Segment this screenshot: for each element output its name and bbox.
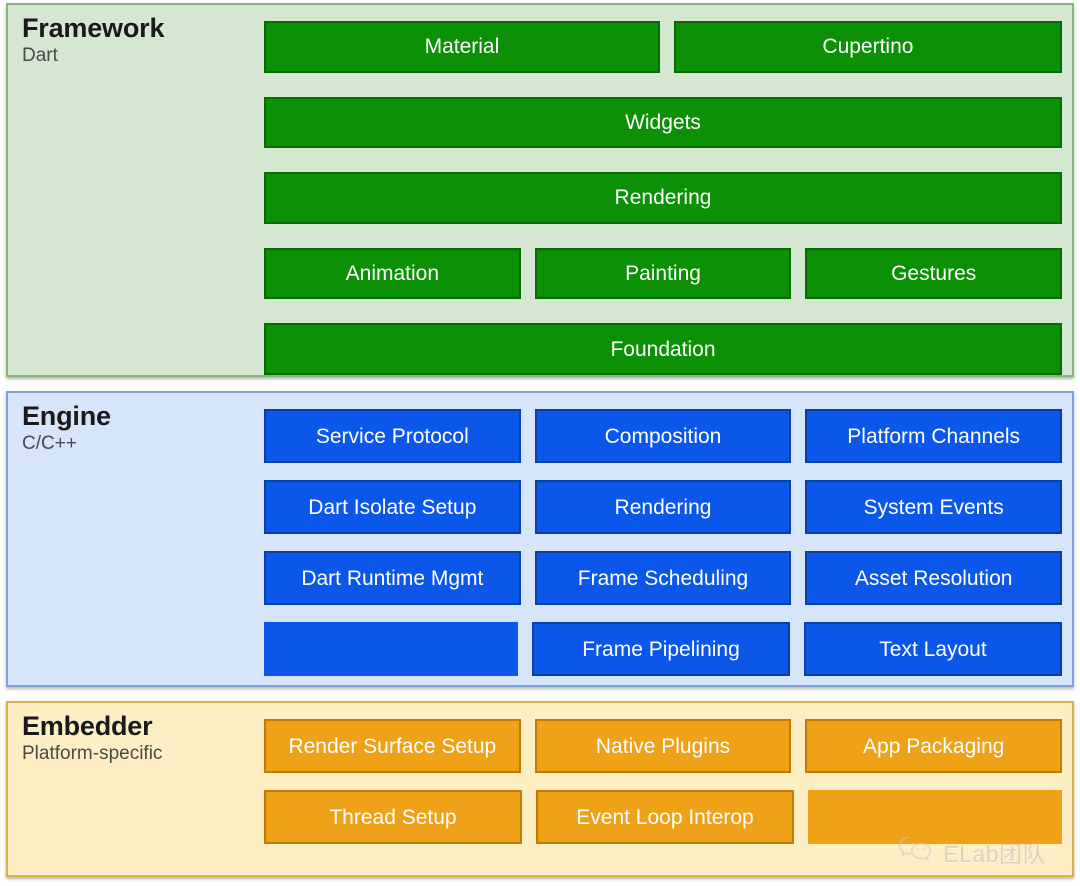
framework-box-animation[interactable]: Animation bbox=[264, 248, 521, 300]
engine-box-service-protocol[interactable]: Service Protocol bbox=[264, 409, 521, 463]
framework-row-4: Animation Painting Gestures bbox=[264, 248, 1062, 300]
engine-box-system-events[interactable]: System Events bbox=[805, 480, 1062, 534]
layer-subtitle-framework: Dart bbox=[22, 44, 256, 68]
layer-title-engine: Engine bbox=[22, 401, 256, 431]
engine-box-frame-pipelining[interactable]: Frame Pipelining bbox=[532, 622, 790, 676]
layer-subtitle-engine: C/C++ bbox=[22, 432, 256, 456]
embedder-row-2: Thread Setup Event Loop Interop bbox=[264, 790, 1062, 844]
layer-body-framework: Material Cupertino Widgets Rendering Ani… bbox=[256, 5, 1072, 375]
layer-panel-embedder: Embedder Platform-specific Render Surfac… bbox=[6, 701, 1074, 877]
layer-label-embedder: Embedder Platform-specific bbox=[8, 703, 256, 875]
engine-box-dart-isolate-setup[interactable]: Dart Isolate Setup bbox=[264, 480, 521, 534]
engine-row-4: Frame Pipelining Text Layout bbox=[264, 622, 1062, 676]
framework-box-cupertino[interactable]: Cupertino bbox=[674, 21, 1062, 73]
layer-title-embedder: Embedder bbox=[22, 711, 256, 741]
embedder-row-1: Render Surface Setup Native Plugins App … bbox=[264, 719, 1062, 773]
embedder-box-native-plugins[interactable]: Native Plugins bbox=[535, 719, 792, 773]
engine-row-1: Service Protocol Composition Platform Ch… bbox=[264, 409, 1062, 463]
layer-body-embedder: Render Surface Setup Native Plugins App … bbox=[256, 703, 1072, 875]
layer-label-engine: Engine C/C++ bbox=[8, 393, 256, 685]
framework-row-5: Foundation bbox=[264, 323, 1062, 375]
engine-box-frame-scheduling[interactable]: Frame Scheduling bbox=[535, 551, 792, 605]
layer-body-engine: Service Protocol Composition Platform Ch… bbox=[256, 393, 1072, 685]
engine-box-composition[interactable]: Composition bbox=[535, 409, 792, 463]
embedder-box-app-packaging[interactable]: App Packaging bbox=[805, 719, 1062, 773]
framework-box-rendering[interactable]: Rendering bbox=[264, 172, 1062, 224]
engine-box-platform-channels[interactable]: Platform Channels bbox=[805, 409, 1062, 463]
layer-label-framework: Framework Dart bbox=[8, 5, 256, 375]
engine-row-3: Dart Runtime Mgmt Frame Scheduling Asset… bbox=[264, 551, 1062, 605]
framework-box-material[interactable]: Material bbox=[264, 21, 660, 73]
layer-subtitle-embedder: Platform-specific bbox=[22, 742, 256, 766]
embedder-box-render-surface-setup[interactable]: Render Surface Setup bbox=[264, 719, 521, 773]
engine-box-asset-resolution[interactable]: Asset Resolution bbox=[805, 551, 1062, 605]
layer-title-framework: Framework bbox=[22, 13, 256, 43]
layer-panel-engine: Engine C/C++ Service Protocol Compositio… bbox=[6, 391, 1074, 687]
framework-box-foundation[interactable]: Foundation bbox=[264, 323, 1062, 375]
embedder-box-thread-setup[interactable]: Thread Setup bbox=[264, 790, 522, 844]
engine-box-dart-runtime-mgmt[interactable]: Dart Runtime Mgmt bbox=[264, 551, 521, 605]
engine-row-4-empty-cell bbox=[264, 622, 518, 676]
embedder-row-2-empty-cell bbox=[808, 790, 1062, 844]
framework-box-gestures[interactable]: Gestures bbox=[805, 248, 1062, 300]
framework-box-widgets[interactable]: Widgets bbox=[264, 97, 1062, 149]
layer-panel-framework: Framework Dart Material Cupertino Widget… bbox=[6, 3, 1074, 377]
engine-row-2: Dart Isolate Setup Rendering System Even… bbox=[264, 480, 1062, 534]
engine-box-rendering[interactable]: Rendering bbox=[535, 480, 792, 534]
engine-box-text-layout[interactable]: Text Layout bbox=[804, 622, 1062, 676]
framework-row-2: Widgets bbox=[264, 97, 1062, 149]
embedder-box-event-loop-interop[interactable]: Event Loop Interop bbox=[536, 790, 794, 844]
flutter-architecture-diagram: Framework Dart Material Cupertino Widget… bbox=[0, 0, 1080, 886]
framework-box-painting[interactable]: Painting bbox=[535, 248, 792, 300]
framework-row-1: Material Cupertino bbox=[264, 21, 1062, 73]
framework-row-3: Rendering bbox=[264, 172, 1062, 224]
